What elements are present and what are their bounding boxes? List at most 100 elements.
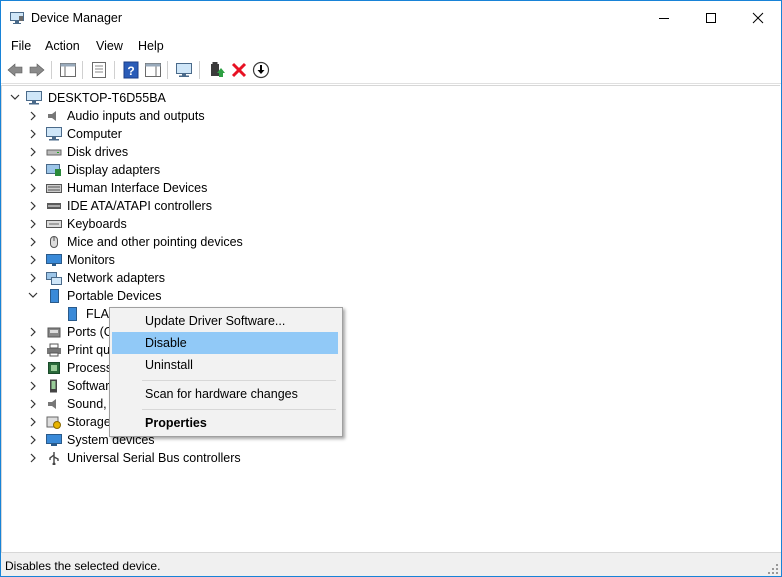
keyboard-icon — [46, 220, 62, 228]
port-connector-icon — [47, 327, 61, 338]
show-hide-console-tree-icon[interactable] — [59, 61, 77, 79]
menu-file[interactable]: File — [11, 39, 31, 53]
software-device-icon — [50, 379, 57, 393]
resize-grip-icon[interactable] — [767, 563, 779, 575]
close-icon — [752, 12, 764, 24]
back-arrow-icon[interactable] — [6, 61, 24, 79]
network-adapter-icon — [46, 272, 62, 285]
tree-category-label: Monitors — [67, 253, 115, 267]
tree-category-label: Storage — [67, 415, 111, 429]
tree-category-label: Display adapters — [67, 163, 161, 177]
chevron-right-icon[interactable] — [28, 107, 38, 125]
delete-x-icon[interactable] — [230, 61, 248, 79]
context-menu-separator — [142, 380, 336, 381]
monitor-icon[interactable] — [175, 61, 193, 79]
menu-bar: File Action View Help — [1, 36, 781, 56]
chevron-right-icon[interactable] — [28, 395, 38, 413]
audio-speaker-icon — [48, 111, 56, 121]
chevron-right-icon[interactable] — [28, 197, 38, 215]
tree-category-label: Disk drives — [67, 145, 129, 159]
portable-device-icon — [50, 289, 59, 303]
properties-label: Properties — [145, 416, 207, 430]
mouse-icon — [50, 236, 58, 248]
tree-category-label: Computer — [67, 127, 122, 141]
forward-arrow-icon[interactable] — [28, 61, 46, 79]
tree-category-label: Audio inputs and outputs — [67, 109, 205, 123]
help-icon[interactable]: ? — [122, 61, 140, 79]
action-pane-icon[interactable] — [144, 61, 162, 79]
update-driver-icon[interactable] — [208, 61, 226, 79]
chevron-right-icon[interactable] — [28, 323, 38, 341]
tree-root-label: DESKTOP-T6D55BA — [48, 91, 166, 105]
chevron-right-icon[interactable] — [28, 359, 38, 377]
chevron-right-icon[interactable] — [28, 179, 38, 197]
toolbar: ? — [1, 57, 781, 84]
chevron-right-icon[interactable] — [28, 161, 38, 179]
tree-category-label: Print qu — [67, 343, 111, 357]
usb-controller-icon — [49, 452, 59, 465]
display-adapter-icon — [46, 164, 61, 176]
status-text: Disables the selected device. — [5, 559, 161, 573]
ide-controller-icon — [47, 203, 61, 209]
computer-icon — [26, 91, 42, 105]
chevron-down-icon[interactable] — [28, 287, 38, 305]
close-button[interactable] — [735, 1, 781, 35]
toolbar-separator — [114, 61, 115, 79]
chevron-right-icon[interactable] — [28, 269, 38, 287]
disable-label: Disable — [145, 336, 187, 350]
minimize-icon — [659, 18, 669, 19]
chevron-right-icon[interactable] — [28, 413, 38, 431]
chevron-down-icon[interactable] — [10, 89, 20, 107]
computer-icon — [46, 127, 62, 141]
menu-item-uninstall[interactable]: Uninstall — [112, 354, 338, 376]
chevron-right-icon[interactable] — [28, 125, 38, 143]
tree-category-label: Mice and other pointing devices — [67, 235, 243, 249]
maximize-button[interactable] — [688, 1, 734, 35]
context-menu-separator — [142, 409, 336, 410]
update-driver-label: Update Driver Software... — [145, 314, 286, 328]
system-device-icon — [46, 434, 62, 446]
toolbar-separator — [82, 61, 83, 79]
svg-text:?: ? — [127, 64, 134, 78]
tree-category-label: Human Interface Devices — [67, 181, 208, 195]
hid-keyboard-icon — [46, 184, 62, 193]
title-bar: Device Manager — [1, 1, 781, 35]
download-circle-icon[interactable] — [252, 61, 270, 79]
menu-help[interactable]: Help — [138, 39, 164, 53]
menu-item-scan-hardware[interactable]: Scan for hardware changes — [112, 383, 338, 405]
tree-category-label: IDE ATA/ATAPI controllers — [67, 199, 212, 213]
tree-category-label: Portable Devices — [67, 289, 162, 303]
device-manager-app-icon — [10, 12, 24, 24]
disk-drive-icon — [46, 149, 62, 156]
toolbar-separator — [167, 61, 168, 79]
monitor-icon — [46, 254, 62, 266]
uninstall-label: Uninstall — [145, 358, 193, 372]
menu-item-properties[interactable]: Properties — [112, 412, 338, 434]
sound-speaker-icon — [48, 399, 56, 409]
chevron-right-icon[interactable] — [28, 377, 38, 395]
chevron-right-icon[interactable] — [28, 251, 38, 269]
toolbar-separator — [199, 61, 200, 79]
menu-item-update-driver[interactable]: Update Driver Software... — [112, 310, 338, 332]
tree-category-label: Universal Serial Bus controllers — [67, 451, 241, 465]
menu-view[interactable]: View — [96, 39, 123, 53]
minimize-button[interactable] — [641, 1, 687, 35]
window-title: Device Manager — [31, 11, 123, 25]
menu-item-disable[interactable]: Disable — [112, 332, 338, 354]
processor-chip-icon — [48, 362, 60, 374]
chevron-right-icon[interactable] — [28, 215, 38, 233]
chevron-right-icon[interactable] — [28, 143, 38, 161]
context-menu: Update Driver Software... Disable Uninst… — [109, 307, 343, 437]
properties-sheet-icon[interactable] — [90, 61, 108, 79]
tree-category-label: Keyboards — [67, 217, 127, 231]
storage-controller-icon — [46, 416, 61, 429]
tree-category-label: Ports (C — [67, 325, 113, 339]
printer-icon — [47, 343, 61, 357]
chevron-right-icon[interactable] — [28, 233, 38, 251]
chevron-right-icon[interactable] — [28, 341, 38, 359]
menu-action[interactable]: Action — [45, 39, 80, 53]
chevron-right-icon[interactable] — [28, 449, 38, 467]
chevron-right-icon[interactable] — [28, 431, 38, 449]
scan-label: Scan for hardware changes — [145, 387, 298, 401]
tree-category-label: Network adapters — [67, 271, 165, 285]
